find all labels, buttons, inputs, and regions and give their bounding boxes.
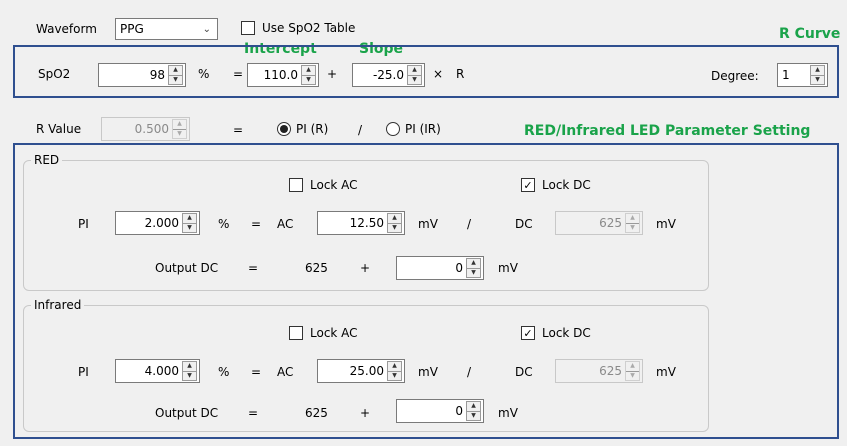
red-lock-ac-checkbox[interactable] (289, 178, 303, 192)
intercept-value: 110.0 (263, 68, 298, 82)
red-dc-label: DC (515, 217, 533, 231)
waveform-label: Waveform (36, 22, 97, 36)
r-value-slash: / (358, 123, 363, 137)
spinner-arrows-icon[interactable]: ▲ ▼ (387, 361, 402, 381)
r-value-value: 0.500 (134, 122, 169, 136)
spinner-arrows-icon: ▲ ▼ (172, 119, 187, 139)
red-slash: / (467, 217, 472, 231)
red-output-offset-spinner[interactable]: 0 ▲ ▼ (396, 256, 484, 280)
infrared-dc-unit: mV (656, 365, 676, 379)
spinner-arrows-icon[interactable]: ▲ ▼ (182, 361, 197, 381)
red-output-dc-label: Output DC (155, 261, 219, 275)
spinner-arrows-icon[interactable]: ▲ ▼ (466, 258, 481, 278)
red-dc-unit: mV (656, 217, 676, 231)
pi-r-radio[interactable] (277, 122, 291, 136)
spinner-arrows-icon[interactable]: ▲ ▼ (466, 401, 481, 421)
infrared-output-dc-label: Output DC (155, 406, 219, 420)
degree-value: 1 (782, 68, 790, 82)
spo2-label: SpO2 (38, 67, 71, 81)
pi-r-label: PI (R) (296, 122, 329, 136)
pi-ir-label: PI (IR) (405, 122, 441, 136)
infrared-output-offset-spinner[interactable]: 0 ▲ ▼ (396, 399, 484, 423)
use-spo2-table-label: Use SpO2 Table (262, 21, 356, 35)
red-pi-spinner[interactable]: 2.000 ▲ ▼ (115, 211, 200, 235)
intercept-spinner[interactable]: 110.0 ▲ ▼ (247, 63, 319, 87)
red-ac-unit: mV (418, 217, 438, 231)
red-ac-value: 12.50 (349, 216, 384, 230)
infrared-pi-spinner[interactable]: 4.000 ▲ ▼ (115, 359, 200, 383)
red-output-plus: + (360, 261, 371, 275)
red-output-equals: = (248, 261, 259, 275)
spinner-arrows-icon[interactable]: ▲ ▼ (301, 65, 316, 85)
pi-ir-radio[interactable] (386, 122, 400, 136)
infrared-lock-dc-checkbox[interactable]: ✓ (521, 326, 535, 340)
infrared-dc-spinner: 625 ▲ ▼ (555, 359, 643, 383)
infrared-dc-value: 625 (599, 364, 622, 378)
slope-value: -25.0 (372, 68, 404, 82)
infrared-lock-ac-label: Lock AC (310, 326, 358, 340)
r-value-spinner: 0.500 ▲ ▼ (101, 117, 190, 141)
equals-sign: = (233, 67, 244, 81)
infrared-ac-unit: mV (418, 365, 438, 379)
slope-spinner[interactable]: -25.0 ▲ ▼ (352, 63, 425, 87)
infrared-output-offset-value: 0 (455, 404, 463, 418)
infrared-lock-dc-label: Lock DC (542, 326, 591, 340)
infrared-dc-label: DC (515, 365, 533, 379)
infrared-pi-value: 4.000 (144, 364, 179, 378)
red-pi-value: 2.000 (144, 216, 179, 230)
red-output-dc-base: 625 (305, 261, 328, 275)
spinner-arrows-icon[interactable]: ▲ ▼ (182, 213, 197, 233)
infrared-equals: = (251, 365, 262, 379)
infrared-output-equals: = (248, 406, 259, 420)
plus-sign: + (327, 67, 338, 81)
r-symbol: R (456, 67, 465, 81)
infrared-lock-ac-checkbox[interactable] (289, 326, 303, 340)
times-sign: × (433, 67, 444, 81)
red-lock-dc-checkbox[interactable]: ✓ (521, 178, 535, 192)
red-group-title: RED (31, 153, 63, 167)
infrared-output-dc-base: 625 (305, 406, 328, 420)
spo2-percent: % (198, 67, 210, 81)
led-setting-annotation: RED/Infrared LED Parameter Setting (524, 123, 811, 139)
red-lock-ac-label: Lock AC (310, 178, 358, 192)
infrared-pi-label: PI (78, 365, 89, 379)
red-dc-value: 625 (599, 216, 622, 230)
degree-label: Degree: (711, 69, 759, 83)
spo2-value: 98 (149, 68, 165, 82)
red-ac-label: AC (277, 217, 294, 231)
checkmark-icon: ✓ (523, 178, 533, 192)
spinner-arrows-icon: ▲ ▼ (625, 213, 640, 233)
use-spo2-table-checkbox[interactable] (241, 21, 255, 35)
spo2-spinner[interactable]: 98 ▲ ▼ (98, 63, 186, 87)
waveform-select-value: PPG (120, 22, 144, 36)
red-output-unit: mV (498, 261, 518, 275)
waveform-select[interactable]: PPG ⌄ (115, 18, 218, 40)
r-value-equals: = (233, 123, 244, 137)
red-pi-percent: % (218, 217, 230, 231)
r-curve-annotation: R Curve (779, 26, 841, 42)
infrared-ac-value: 25.00 (349, 364, 384, 378)
infrared-ac-label: AC (277, 365, 294, 379)
infrared-output-plus: + (360, 406, 371, 420)
red-output-offset-value: 0 (455, 261, 463, 275)
red-pi-label: PI (78, 217, 89, 231)
red-equals: = (251, 217, 262, 231)
infrared-pi-percent: % (218, 365, 230, 379)
spinner-arrows-icon: ▲ ▼ (625, 361, 640, 381)
red-lock-dc-label: Lock DC (542, 178, 591, 192)
red-ac-spinner[interactable]: 12.50 ▲ ▼ (317, 211, 405, 235)
infrared-group-title: Infrared (31, 298, 85, 312)
spinner-arrows-icon[interactable]: ▲ ▼ (810, 65, 825, 85)
red-dc-spinner: 625 ▲ ▼ (555, 211, 643, 235)
spinner-arrows-icon[interactable]: ▲ ▼ (168, 65, 183, 85)
spinner-arrows-icon[interactable]: ▲ ▼ (407, 65, 422, 85)
checkmark-icon: ✓ (523, 326, 533, 340)
r-value-label: R Value (36, 122, 82, 136)
infrared-slash: / (467, 365, 472, 379)
chevron-down-icon: ⌄ (202, 23, 211, 35)
spinner-arrows-icon[interactable]: ▲ ▼ (387, 213, 402, 233)
infrared-ac-spinner[interactable]: 25.00 ▲ ▼ (317, 359, 405, 383)
infrared-output-unit: mV (498, 406, 518, 420)
degree-spinner[interactable]: 1 ▲ ▼ (777, 63, 828, 87)
